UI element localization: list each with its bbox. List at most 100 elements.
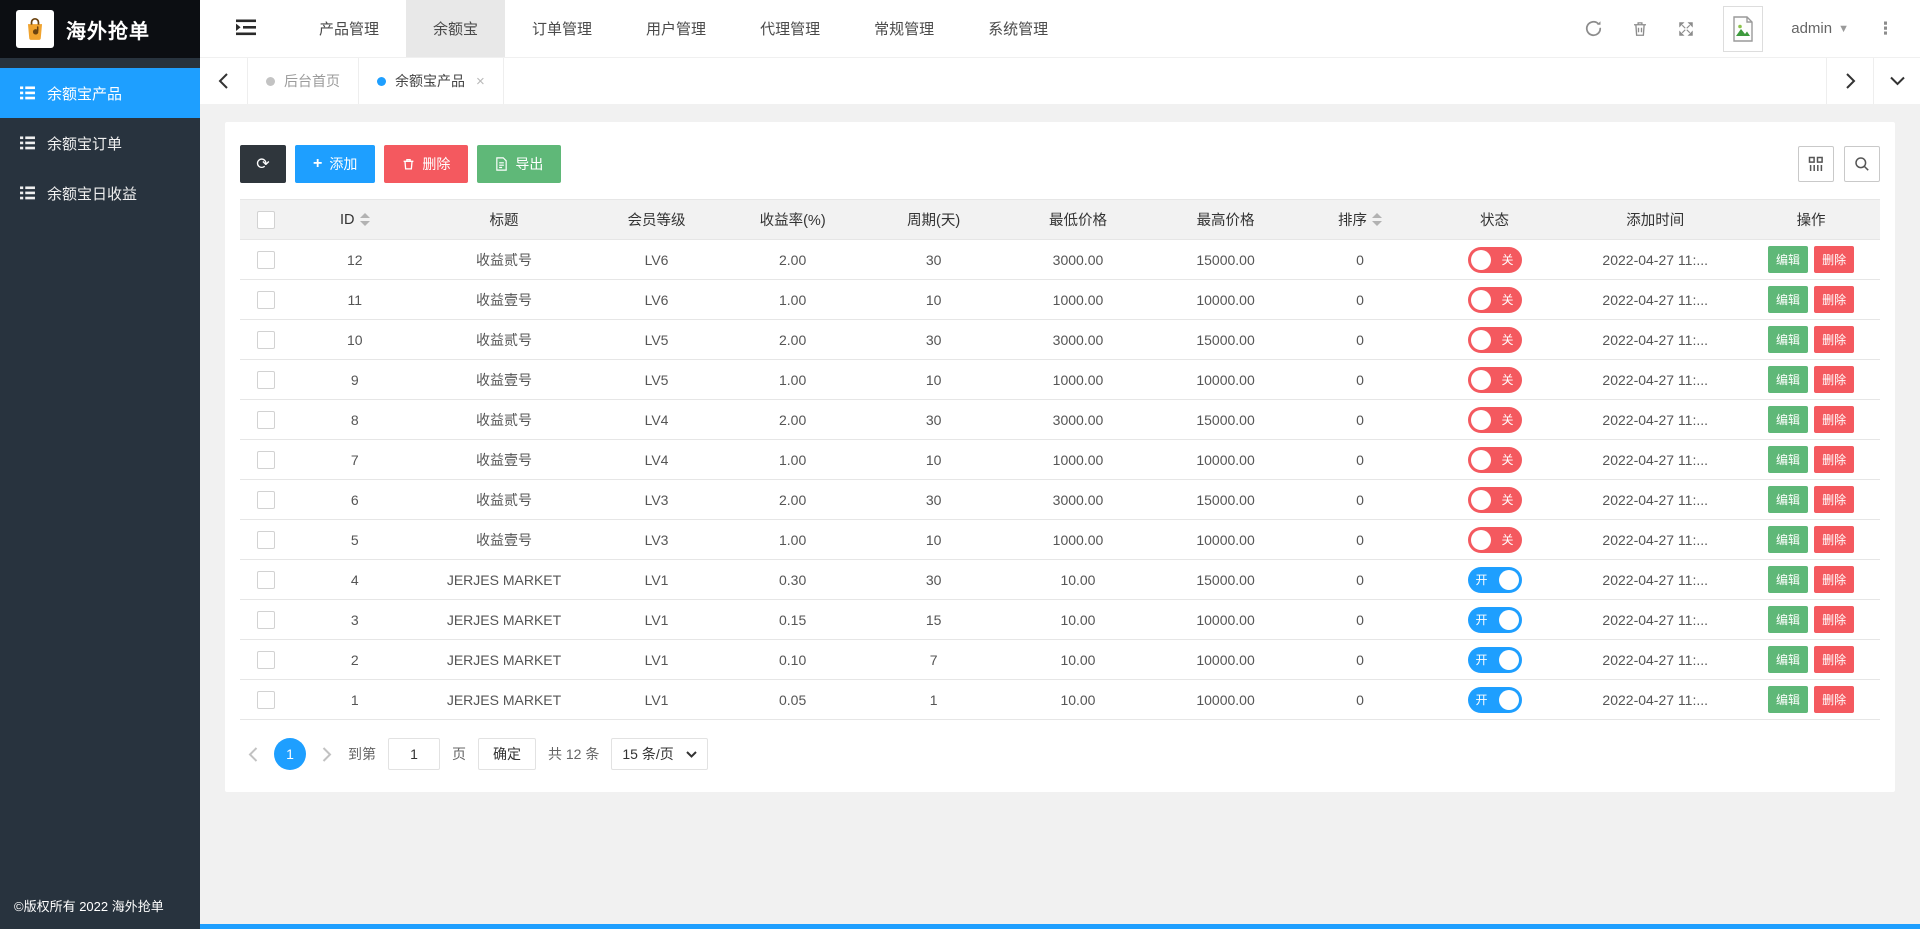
edit-button[interactable]: 编辑	[1768, 646, 1809, 673]
column-label: 标题	[489, 213, 519, 229]
delete-button[interactable]: 删除	[1814, 606, 1855, 633]
row-checkbox[interactable]	[257, 690, 276, 709]
nav-item-4[interactable]: 代理管理	[733, 0, 847, 57]
tab-close-icon[interactable]: ×	[476, 73, 485, 90]
edit-button[interactable]: 编辑	[1768, 286, 1809, 313]
tabs-scroll-left-button[interactable]	[200, 58, 248, 104]
trash-icon[interactable]	[1631, 19, 1649, 38]
delete-button[interactable]: 删除	[1814, 646, 1855, 673]
status-toggle[interactable]: 关	[1467, 446, 1522, 473]
collapse-sidebar-button[interactable]	[200, 0, 292, 57]
row-checkbox[interactable]	[257, 490, 276, 509]
column-header[interactable]: ID	[292, 199, 418, 240]
batch-delete-button[interactable]: 删除	[384, 145, 469, 183]
edit-button[interactable]: 编辑	[1768, 566, 1809, 593]
column-header: 周期(天)	[863, 199, 1005, 240]
select-all-checkbox[interactable]	[257, 210, 276, 229]
edit-button[interactable]: 编辑	[1768, 526, 1809, 553]
fullscreen-icon[interactable]	[1677, 20, 1695, 38]
row-checkbox[interactable]	[257, 650, 276, 669]
delete-button[interactable]: 删除	[1814, 246, 1855, 273]
cell-id: 10	[292, 319, 418, 360]
row-checkbox[interactable]	[257, 250, 276, 269]
nav-item-1[interactable]: 余额宝	[406, 0, 506, 57]
add-button[interactable]: + 添加	[295, 145, 376, 183]
export-button[interactable]: 导出	[477, 145, 562, 183]
edit-button[interactable]: 编辑	[1768, 446, 1809, 473]
goto-confirm-button[interactable]: 确定	[478, 738, 536, 770]
delete-button[interactable]: 删除	[1814, 286, 1855, 313]
tab-0[interactable]: 后台首页	[248, 58, 359, 104]
sidebar-item-1[interactable]: 余额宝订单	[0, 118, 200, 168]
status-toggle[interactable]: 关	[1467, 326, 1522, 353]
status-toggle[interactable]: 关	[1467, 366, 1522, 393]
column-filter-button[interactable]	[1798, 146, 1834, 182]
sidebar-item-label: 余额宝订单	[47, 135, 123, 153]
status-toggle[interactable]: 开	[1467, 606, 1522, 633]
nav-item-0[interactable]: 产品管理	[292, 0, 406, 57]
edit-button[interactable]: 编辑	[1768, 406, 1809, 433]
delete-button[interactable]: 删除	[1814, 366, 1855, 393]
nav-item-2[interactable]: 订单管理	[505, 0, 619, 57]
row-checkbox[interactable]	[257, 530, 276, 549]
nav-item-3[interactable]: 用户管理	[619, 0, 733, 57]
refresh-table-button[interactable]: ⟳	[240, 145, 286, 183]
status-toggle[interactable]: 关	[1467, 526, 1522, 553]
search-button[interactable]	[1844, 146, 1880, 182]
sidebar-item-2[interactable]: 余额宝日收益	[0, 168, 200, 218]
edit-button[interactable]: 编辑	[1768, 326, 1809, 353]
delete-button[interactable]: 删除	[1814, 406, 1855, 433]
prev-page-button[interactable]	[244, 746, 262, 762]
delete-button[interactable]: 删除	[1814, 486, 1855, 513]
row-checkbox[interactable]	[257, 610, 276, 629]
tabs-menu-button[interactable]	[1873, 58, 1920, 104]
avatar[interactable]	[1723, 5, 1764, 52]
status-toggle[interactable]: 开	[1467, 566, 1522, 593]
edit-button[interactable]: 编辑	[1768, 686, 1809, 713]
goto-page-input[interactable]	[388, 738, 440, 770]
edit-button[interactable]: 编辑	[1768, 366, 1809, 393]
row-checkbox[interactable]	[257, 570, 276, 589]
row-checkbox[interactable]	[257, 450, 276, 469]
sort-icon[interactable]	[1372, 213, 1383, 226]
row-checkbox[interactable]	[257, 370, 276, 389]
column-header: 标题	[417, 199, 591, 240]
delete-button[interactable]: 删除	[1814, 566, 1855, 593]
refresh-icon[interactable]	[1584, 19, 1603, 38]
delete-button[interactable]: 删除	[1814, 526, 1855, 553]
status-toggle[interactable]: 关	[1467, 246, 1522, 273]
row-checkbox[interactable]	[257, 290, 276, 309]
cell-sort: 0	[1299, 399, 1421, 440]
more-options-icon[interactable]: ⋮	[1877, 19, 1894, 39]
user-menu[interactable]: admin ▼	[1791, 20, 1849, 37]
row-checkbox[interactable]	[257, 410, 276, 429]
sort-icon[interactable]	[359, 213, 370, 226]
sidebar-item-0[interactable]: 余额宝产品	[0, 68, 200, 118]
tab-1[interactable]: 余额宝产品 ×	[359, 58, 504, 104]
nav-item-5[interactable]: 常规管理	[847, 0, 961, 57]
edit-button[interactable]: 编辑	[1768, 486, 1809, 513]
column-header: 会员等级	[590, 199, 723, 240]
status-toggle[interactable]: 关	[1467, 486, 1522, 513]
status-toggle[interactable]: 开	[1467, 646, 1522, 673]
horizontal-scrollbar-thumb[interactable]	[200, 924, 1920, 929]
status-toggle[interactable]: 开	[1467, 686, 1522, 713]
edit-button[interactable]: 编辑	[1768, 246, 1809, 273]
page-number-button[interactable]: 1	[274, 738, 306, 770]
next-page-button[interactable]	[318, 746, 336, 762]
delete-button[interactable]: 删除	[1814, 686, 1855, 713]
data-table: ID 标题 会员等级 收益率(%) 周期(天) 最低价格 最高价格 排序 状态 添加时间 操作 12…	[240, 199, 1880, 720]
page-size-select[interactable]: 15 条/页	[611, 738, 708, 770]
delete-button[interactable]: 删除	[1814, 326, 1855, 353]
status-toggle[interactable]: 关	[1467, 286, 1522, 313]
edit-button[interactable]: 编辑	[1768, 606, 1809, 633]
row-checkbox[interactable]	[257, 330, 276, 349]
column-header: 最低价格	[1004, 199, 1152, 240]
delete-button[interactable]: 删除	[1814, 446, 1855, 473]
checkbox-cell	[240, 599, 293, 640]
tabs-scroll-right-button[interactable]	[1826, 58, 1873, 104]
checkbox-cell	[240, 399, 293, 440]
status-toggle[interactable]: 关	[1467, 406, 1522, 433]
nav-item-6[interactable]: 系统管理	[961, 0, 1075, 57]
column-header[interactable]: 排序	[1299, 199, 1421, 240]
